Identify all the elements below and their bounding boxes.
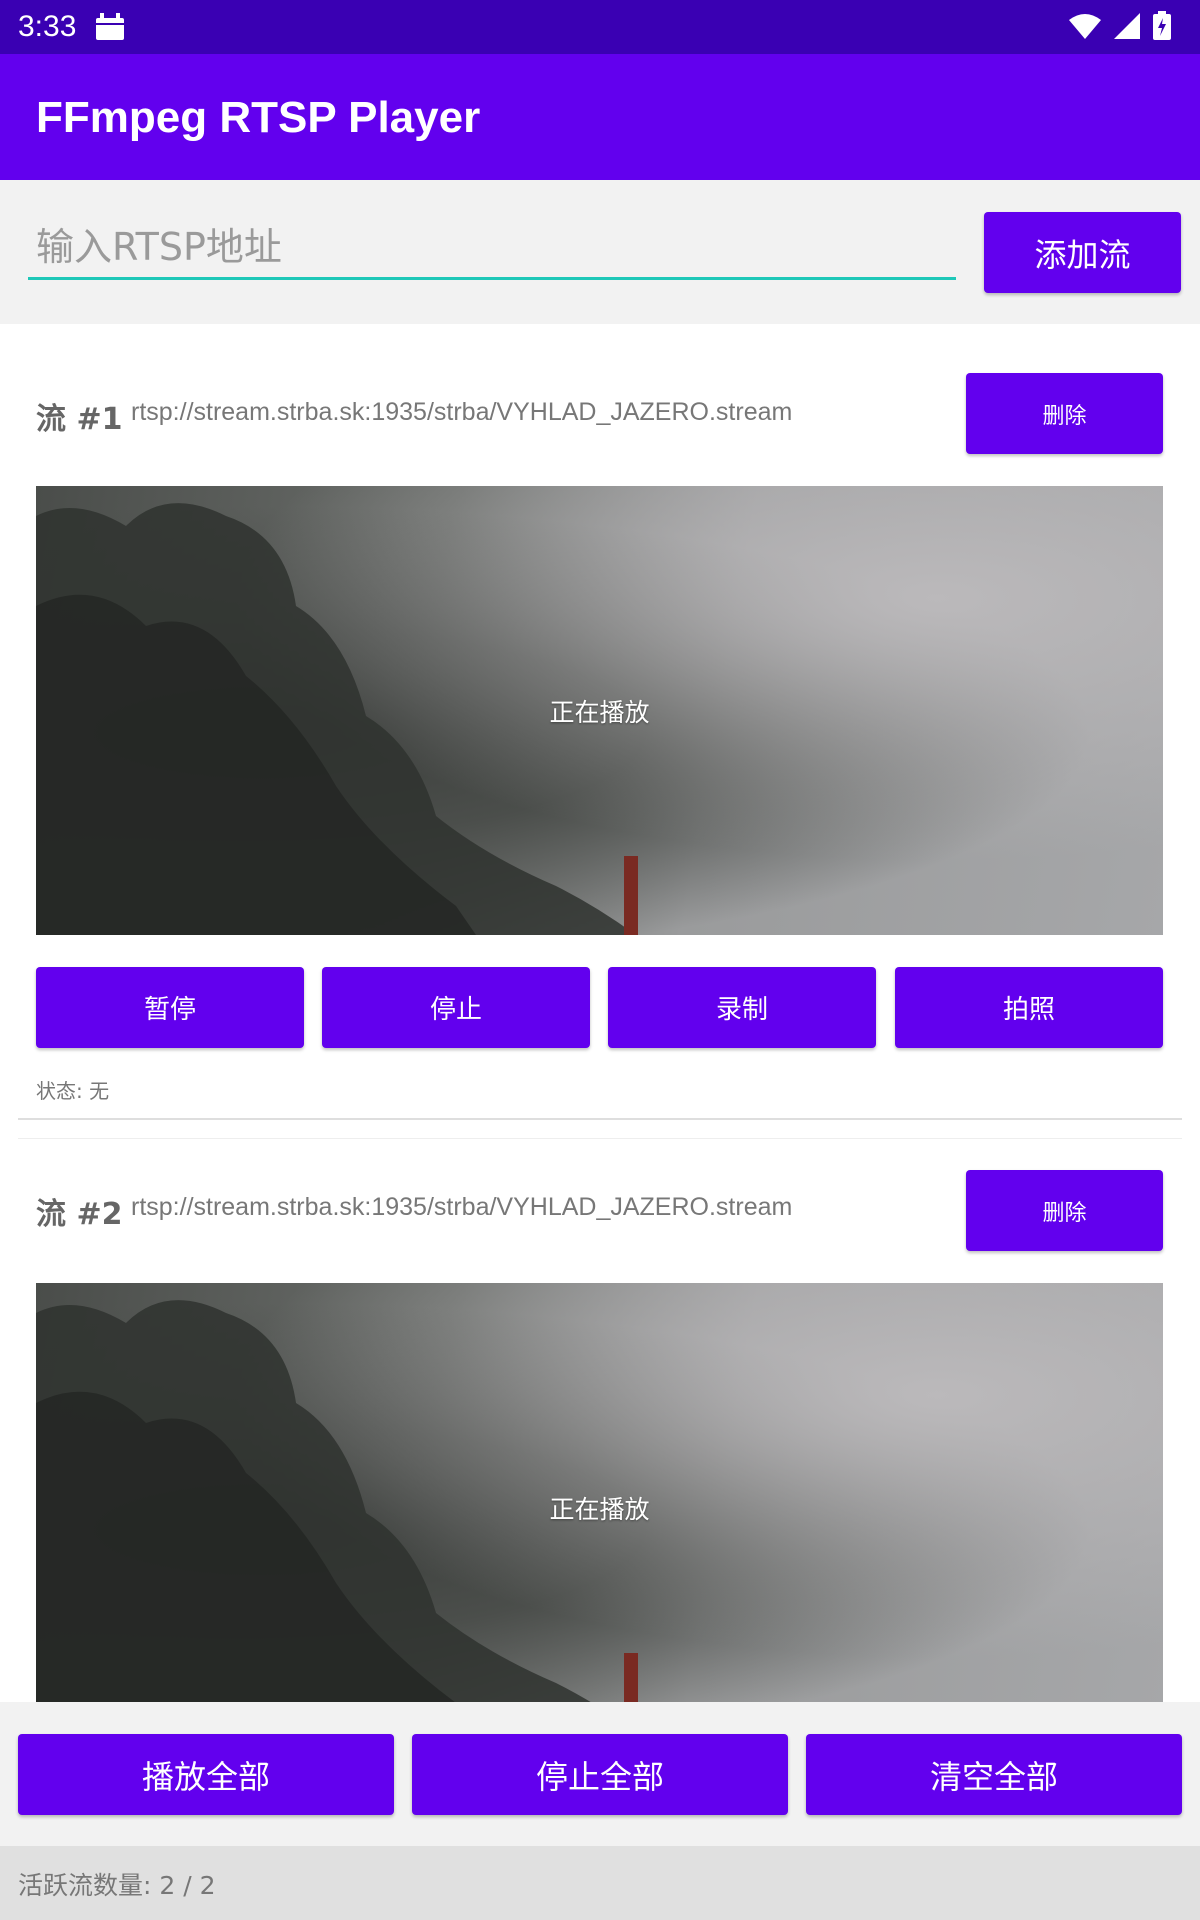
bottom-action-bar: 播放全部 停止全部 清空全部 xyxy=(0,1702,1200,1846)
app-title: FFmpeg RTSP Player xyxy=(36,93,481,142)
delete-stream-button[interactable]: 删除 xyxy=(966,1170,1163,1251)
stop-button[interactable]: 停止 xyxy=(322,967,590,1048)
calendar-icon xyxy=(94,12,126,46)
clear-all-button[interactable]: 清空全部 xyxy=(806,1734,1182,1815)
stream-label: 流 #2 xyxy=(36,1197,123,1232)
rtsp-url-input[interactable] xyxy=(28,216,956,280)
stream-card-2: 流 #2 rtsp://stream.strba.sk:1935/strba/V… xyxy=(18,1138,1182,1732)
stream-status-text: 状态: 无 xyxy=(36,1079,110,1103)
stream-url: rtsp://stream.strba.sk:1935/strba/VYHLAD… xyxy=(131,398,793,426)
add-stream-button[interactable]: 添加流 xyxy=(984,212,1181,293)
video-view[interactable]: 正在播放 xyxy=(36,1283,1163,1732)
status-bar: 3:33 xyxy=(0,0,1200,54)
wifi-icon xyxy=(1068,12,1102,44)
delete-stream-button[interactable]: 删除 xyxy=(966,373,1163,454)
signal-icon xyxy=(1112,12,1142,44)
active-stream-count: 活跃流数量: 2 / 2 xyxy=(18,1871,216,1900)
stream-controls: 暂停 停止 录制 拍照 xyxy=(36,967,1163,1048)
add-stream-area: 添加流 xyxy=(0,180,1200,324)
stop-all-button[interactable]: 停止全部 xyxy=(412,1734,788,1815)
battery-charging-icon xyxy=(1152,11,1172,45)
video-status-text: 正在播放 xyxy=(549,697,650,727)
pause-button[interactable]: 暂停 xyxy=(36,967,304,1048)
stream-card-1: 流 #1 rtsp://stream.strba.sk:1935/strba/V… xyxy=(18,324,1182,1120)
stream-label: 流 #1 xyxy=(36,402,123,437)
status-time: 3:33 xyxy=(18,10,77,43)
stream-url: rtsp://stream.strba.sk:1935/strba/VYHLAD… xyxy=(131,1193,793,1221)
video-view[interactable]: 正在播放 xyxy=(36,486,1163,935)
record-button[interactable]: 录制 xyxy=(608,967,876,1048)
snapshot-button[interactable]: 拍照 xyxy=(895,967,1163,1048)
video-status-text: 正在播放 xyxy=(549,1494,650,1524)
play-all-button[interactable]: 播放全部 xyxy=(18,1734,394,1815)
app-bar: FFmpeg RTSP Player xyxy=(0,54,1200,180)
footer: 活跃流数量: 2 / 2 xyxy=(0,1846,1200,1920)
